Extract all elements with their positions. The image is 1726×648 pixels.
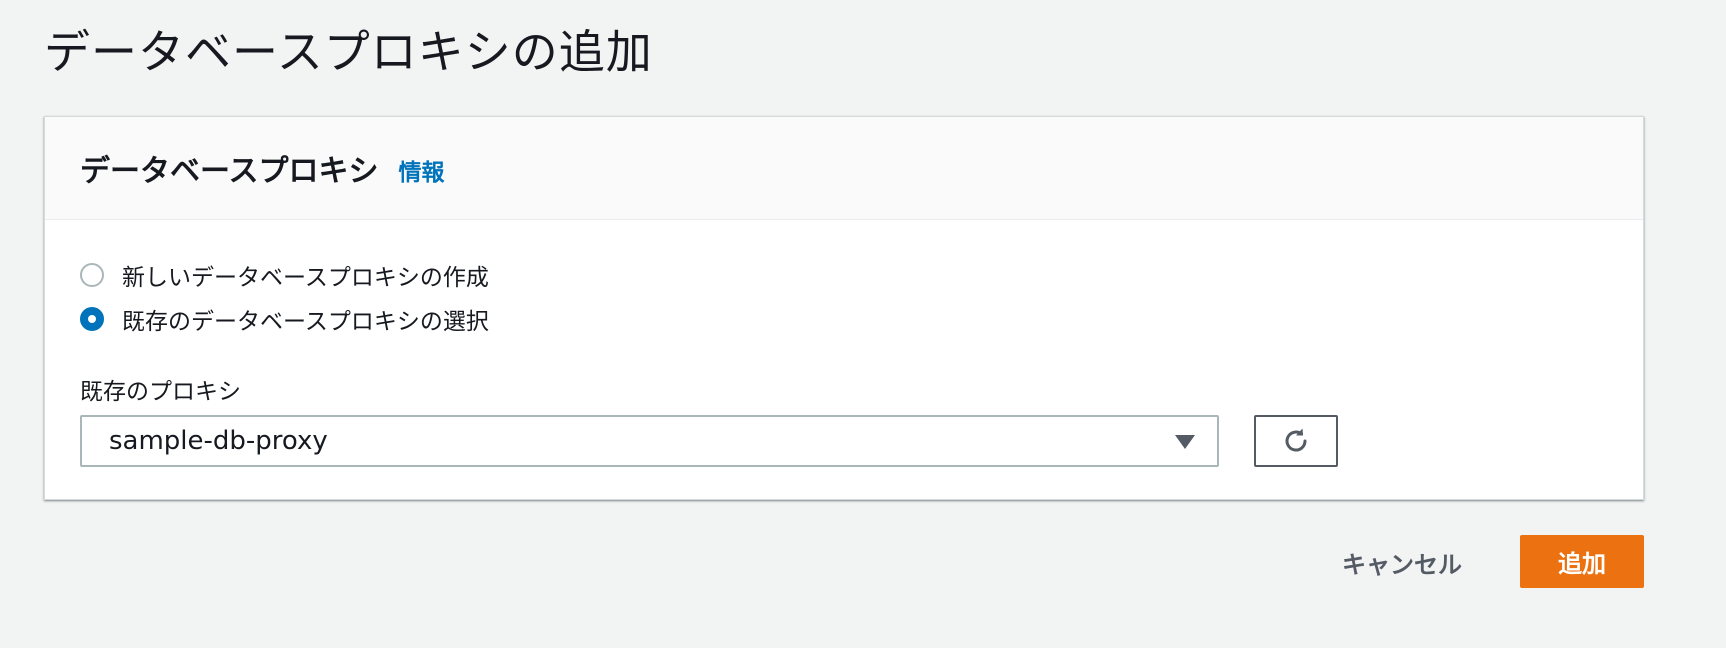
panel-title: データベースプロキシ [80,154,379,189]
radio-option-create-new[interactable]: 新しいデータベースプロキシの作成 [80,258,489,292]
info-link[interactable]: 情報 [399,153,445,187]
radio-label-select-existing: 既存のデータベースプロキシの選択 [122,309,489,335]
cancel-button[interactable]: キャンセル [1320,536,1484,588]
panel-header: データベースプロキシ 情報 [45,117,1643,220]
existing-proxy-label: 既存のプロキシ [80,379,241,405]
database-proxy-panel: データベースプロキシ 情報 新しいデータベースプロキシの作成 既存のデータベース… [44,116,1644,500]
radio-label-create-new: 新しいデータベースプロキシの作成 [122,265,489,291]
refresh-icon [1285,428,1307,452]
radio-button-checked[interactable] [80,307,104,331]
radio-option-select-existing[interactable]: 既存のデータベースプロキシの選択 [80,302,489,336]
existing-proxy-select-value: sample-db-proxy [109,426,328,456]
panel-body: 新しいデータベースプロキシの作成 既存のデータベースプロキシの選択 既存のプロキ… [45,220,1643,500]
refresh-button[interactable] [1254,415,1338,467]
radio-button-unchecked[interactable] [80,263,104,287]
existing-proxy-select[interactable]: sample-db-proxy [80,415,1219,467]
caret-down-icon [1175,435,1195,449]
page-title: データベースプロキシの追加 [44,25,653,79]
add-button[interactable]: 追加 [1520,535,1644,588]
